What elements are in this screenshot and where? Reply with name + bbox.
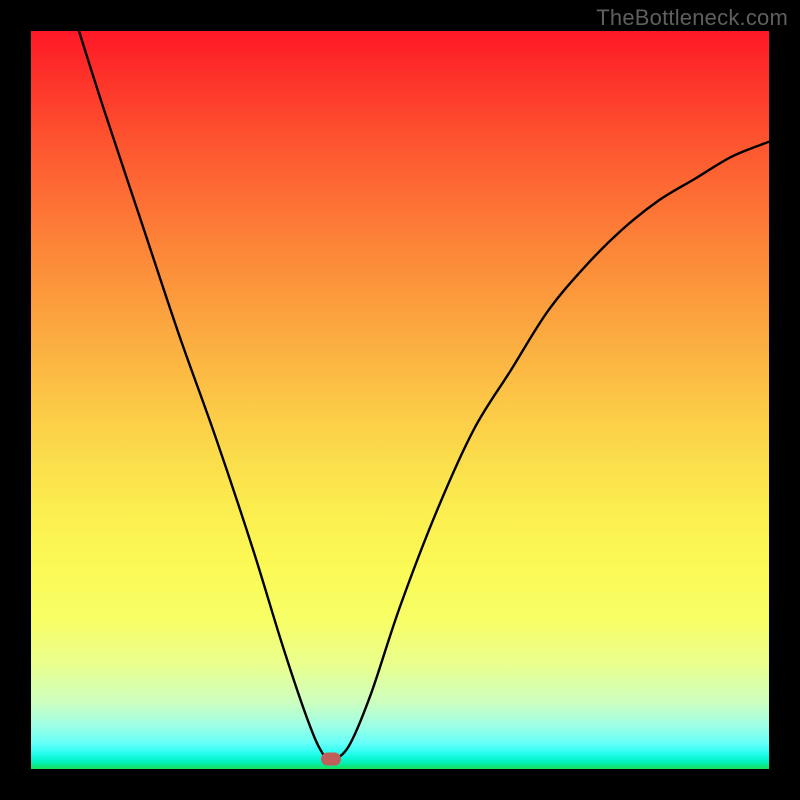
minimum-marker bbox=[321, 753, 341, 766]
attribution-text: TheBottleneck.com bbox=[596, 5, 788, 31]
plot-area bbox=[31, 31, 769, 769]
chart-frame: TheBottleneck.com bbox=[0, 0, 800, 800]
bottleneck-curve bbox=[31, 31, 769, 769]
